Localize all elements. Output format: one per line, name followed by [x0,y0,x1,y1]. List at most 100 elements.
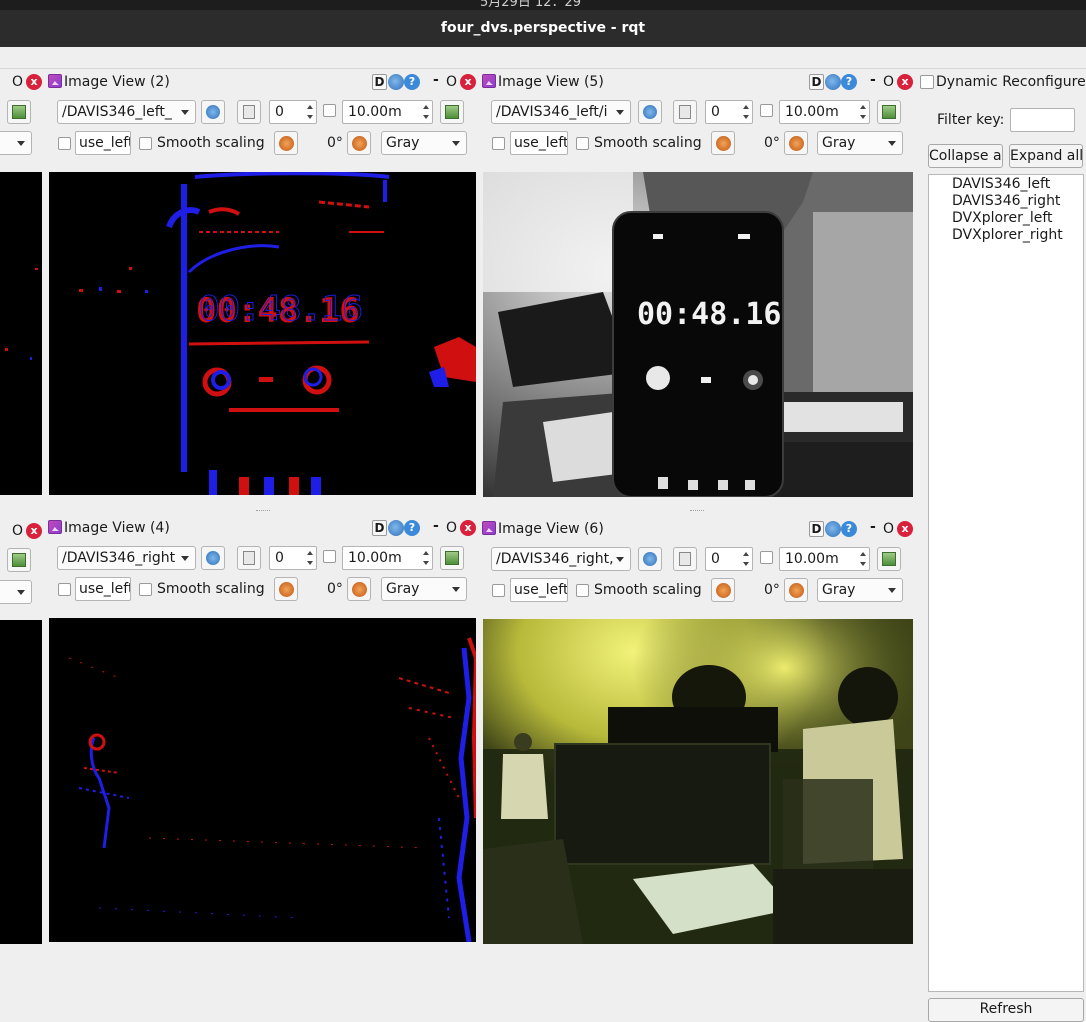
rotate-right-button[interactable] [347,131,371,155]
rotate-right-button[interactable] [784,578,808,602]
left-panel-float-button[interactable]: O [12,74,23,90]
mouse-publish-checkbox[interactable] [492,137,505,150]
smooth-scaling-checkbox[interactable] [576,584,589,597]
pause-button[interactable] [673,547,697,571]
refresh-topics-button[interactable] [201,546,225,570]
minimize-button[interactable]: - [870,519,876,535]
collapse-all-button[interactable]: Collapse all [928,144,1003,168]
tree-item[interactable]: DVXplorer_right [952,227,1063,243]
left-panel-2-close-icon[interactable]: x [26,523,42,539]
angle-spinbox[interactable]: 0 [705,100,753,124]
colormap-select[interactable]: Gray [817,131,903,155]
dynamic-reconfigure-icon[interactable] [920,75,934,89]
tree-item[interactable]: DAVIS346_left [952,176,1050,192]
left-panel-2-float-button[interactable]: O [12,523,23,539]
left-panel-close-icon[interactable]: x [26,74,42,90]
rotate-right-button[interactable] [347,577,371,601]
close-icon[interactable]: x [897,521,913,537]
panel-title[interactable]: Image View (5) [482,74,604,90]
zoom-checkbox[interactable] [760,104,773,117]
panel-title[interactable]: Image View (2) [48,74,170,90]
zoom-checkbox[interactable] [760,551,773,564]
topic-select[interactable]: /DAVIS346_left/i [491,100,631,124]
zoom-checkbox[interactable] [323,550,336,563]
save-image-button[interactable] [877,100,901,124]
save-image-button[interactable] [440,100,464,124]
rotate-left-button[interactable] [711,131,735,155]
angle-spinbox[interactable]: 0 [705,547,753,571]
help-icon[interactable]: ? [404,520,420,536]
zoom-spinbox[interactable]: 10.00m [342,546,433,570]
panel-title[interactable]: Image View (4) [48,520,170,536]
mouse-topic-field[interactable]: use_left [510,578,568,602]
mouse-publish-checkbox[interactable] [58,583,71,596]
expand-all-button[interactable]: Expand all [1009,144,1083,168]
minimize-button[interactable]: - [870,72,876,88]
close-icon[interactable]: x [460,520,476,536]
smooth-scaling-checkbox[interactable] [139,583,152,596]
colormap-select[interactable]: Gray [381,577,467,601]
panel-d-button[interactable]: D [809,521,824,537]
close-icon[interactable]: x [897,74,913,90]
image-display[interactable]: 00:48.16 00:48.16 [49,172,476,495]
mouse-topic-field[interactable]: use_left [75,131,131,155]
pause-button[interactable] [237,100,261,124]
left-panel-2-save-button[interactable] [7,548,31,572]
colormap-select[interactable]: Gray [817,578,903,602]
angle-spinbox[interactable]: 0 [269,546,317,570]
image-display[interactable] [49,618,476,942]
refresh-button[interactable]: Refresh [928,998,1084,1022]
rotate-left-button[interactable] [711,578,735,602]
minimize-button[interactable]: - [433,518,439,534]
save-image-button[interactable] [877,547,901,571]
smooth-scaling-checkbox[interactable] [139,137,152,150]
help-icon[interactable]: ? [841,521,857,537]
colormap-select[interactable]: Gray [381,131,467,155]
filter-key-input[interactable] [1010,108,1075,132]
image-display[interactable]: 00:48.16 [483,172,913,497]
smooth-scaling-checkbox[interactable] [576,137,589,150]
float-button[interactable]: O [883,521,894,537]
tree-item[interactable]: DAVIS346_right [952,193,1060,209]
refresh-topics-button[interactable] [638,100,662,124]
reload-icon[interactable] [388,520,404,536]
tree-item[interactable]: DVXplorer_left [952,210,1053,226]
image-display[interactable] [483,619,913,944]
topic-select[interactable]: /DAVIS346_right, [491,547,631,571]
reload-icon[interactable] [825,74,841,90]
panel-d-button[interactable]: D [372,74,387,90]
node-tree[interactable]: DAVIS346_left DAVIS346_right DVXplorer_l… [928,174,1084,992]
refresh-topics-button[interactable] [638,547,662,571]
mouse-publish-checkbox[interactable] [58,137,71,150]
reload-icon[interactable] [825,521,841,537]
help-icon[interactable]: ? [841,74,857,90]
rotate-left-button[interactable] [274,577,298,601]
refresh-topics-button[interactable] [201,100,225,124]
left-panel-colormap-select[interactable] [0,131,32,155]
panel-title[interactable]: Image View (6) [482,521,604,537]
mouse-topic-field[interactable]: use_left [75,577,131,601]
save-image-button[interactable] [440,546,464,570]
left-panel-save-button[interactable] [7,100,31,124]
left-panel-2-colormap-select[interactable] [0,580,32,604]
rotate-left-button[interactable] [274,131,298,155]
splitter-handle[interactable] [690,510,704,513]
topic-select[interactable]: /DAVIS346_right [57,546,196,570]
topic-select[interactable]: /DAVIS346_left_ [57,100,196,124]
float-button[interactable]: O [883,74,894,90]
float-button[interactable]: O [446,520,457,536]
mouse-topic-field[interactable]: use_left [510,131,568,155]
zoom-spinbox[interactable]: 10.00m [779,547,870,571]
help-icon[interactable]: ? [404,74,420,90]
splitter-handle[interactable] [256,510,270,513]
zoom-spinbox[interactable]: 10.00m [342,100,433,124]
zoom-spinbox[interactable]: 10.00m [779,100,870,124]
float-button[interactable]: O [446,74,457,90]
panel-d-button[interactable]: D [372,520,387,536]
pause-button[interactable] [237,546,261,570]
angle-spinbox[interactable]: 0 [269,100,317,124]
pause-button[interactable] [673,100,697,124]
minimize-button[interactable]: - [433,72,439,88]
mouse-publish-checkbox[interactable] [492,584,505,597]
rotate-right-button[interactable] [784,131,808,155]
